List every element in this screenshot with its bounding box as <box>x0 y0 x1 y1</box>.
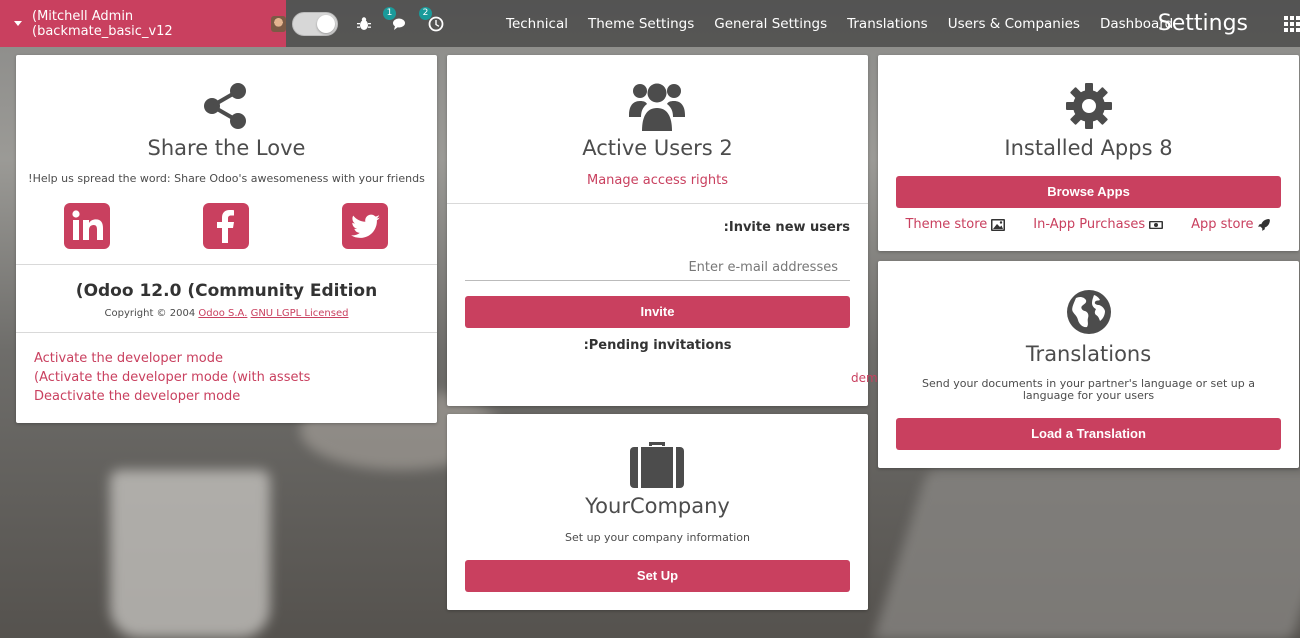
menu-translations[interactable]: Translations <box>847 16 928 32</box>
app-store-link[interactable]: App store <box>1191 217 1271 232</box>
facebook-icon[interactable] <box>203 203 249 249</box>
top-navbar: (Mitchell Admin (backmate_basic_v12 1 2 … <box>0 0 1300 47</box>
user-menu-label: (Mitchell Admin (backmate_basic_v12 <box>32 8 173 39</box>
main-menu: Technical Theme Settings General Setting… <box>506 16 1173 32</box>
invite-button[interactable]: Invite <box>465 296 850 328</box>
share-card: Share the Love !Help us spread the word:… <box>16 55 437 423</box>
theme-toggle-switch[interactable] <box>292 11 338 36</box>
menu-theme-settings[interactable]: Theme Settings <box>588 16 694 32</box>
invite-new-users-label: :Invite new users <box>723 220 850 235</box>
in-app-purchases-link[interactable]: In-App Purchases <box>1033 217 1164 232</box>
divider <box>447 203 868 204</box>
installed-apps-title: Installed Apps 8 <box>1004 136 1173 160</box>
translations-title: Translations <box>1025 342 1152 366</box>
picture-icon <box>991 218 1006 231</box>
linkedin-icon[interactable] <box>64 203 110 249</box>
company-card: YourCompany Set up your company informat… <box>447 414 868 610</box>
briefcase-icon <box>630 442 684 488</box>
activate-dev-mode-link[interactable]: Activate the developer mode <box>34 349 310 368</box>
app-store-label: App store <box>1191 217 1254 232</box>
money-icon <box>1149 220 1164 229</box>
active-users-title: Active Users 2 <box>582 136 733 160</box>
pending-invitations-label: :Pending invitations <box>583 338 732 353</box>
store-links: Theme store In-App Purchases App store <box>878 217 1299 232</box>
setup-company-button[interactable]: Set Up <box>465 560 850 592</box>
menu-general-settings[interactable]: General Settings <box>714 16 827 32</box>
copyright-text: Copyright © 2004 Odoo S.A. GNU LGPL Lice… <box>16 308 437 319</box>
active-users-card: Active Users 2 Manage access rights :Inv… <box>447 55 885 406</box>
theme-store-link[interactable]: Theme store <box>905 217 1006 232</box>
company-title: YourCompany <box>585 494 730 518</box>
deactivate-dev-mode-link[interactable]: Deactivate the developer mode <box>34 387 310 406</box>
twitter-icon[interactable] <box>342 203 388 249</box>
avatar <box>271 15 286 32</box>
license-link[interactable]: GNU LGPL Licensed <box>251 308 349 319</box>
messages-chat-icon[interactable]: 1 <box>383 6 410 34</box>
globe-icon <box>1067 290 1111 334</box>
odoo-version: (Odoo 12.0 (Community Edition <box>75 281 378 301</box>
share-title: Share the Love <box>147 136 306 160</box>
background-laptop <box>872 470 1300 638</box>
users-group-icon <box>629 83 685 131</box>
share-icon <box>204 83 246 129</box>
developer-mode-links: Activate the developer mode (Activate th… <box>34 349 310 406</box>
caret-down-icon <box>14 21 22 26</box>
activity-clock-icon[interactable]: 2 <box>419 6 446 34</box>
invite-email-input[interactable] <box>465 255 850 281</box>
in-app-purchases-label: In-App Purchases <box>1033 217 1146 232</box>
activate-dev-mode-assets-link[interactable]: (Activate the developer mode (with asset… <box>34 368 310 387</box>
activities-count-badge: 2 <box>419 6 432 20</box>
gear-icon <box>1066 83 1112 129</box>
rocket-icon <box>1257 218 1270 231</box>
translations-card: Translations Send your documents in your… <box>878 261 1299 468</box>
company-subtitle: Set up your company information <box>565 531 750 544</box>
browse-apps-button[interactable]: Browse Apps <box>896 176 1281 208</box>
copyright-prefix: Copyright © 2004 <box>104 308 196 319</box>
load-translation-button[interactable]: Load a Translation <box>896 418 1281 450</box>
divider <box>16 264 437 265</box>
divider <box>16 332 437 333</box>
manage-access-rights-link[interactable]: Manage access rights <box>447 173 868 188</box>
theme-store-label: Theme store <box>905 217 988 232</box>
user-menu[interactable]: (Mitchell Admin (backmate_basic_v12 <box>0 0 286 47</box>
background-cup <box>110 470 270 638</box>
share-tagline: !Help us spread the word: Share Odoo's a… <box>28 172 425 185</box>
debug-bug-icon[interactable] <box>354 14 374 34</box>
app-title: Settings <box>1157 11 1248 36</box>
installed-apps-card: Installed Apps 8 Browse Apps Theme store… <box>878 55 1299 251</box>
odoo-sa-link[interactable]: Odoo S.A. <box>198 308 247 319</box>
menu-technical[interactable]: Technical <box>506 16 568 32</box>
messages-count-badge: 1 <box>383 6 396 20</box>
apps-grid-icon[interactable] <box>1284 16 1300 32</box>
translations-subtitle: Send your documents in your partner's la… <box>922 377 1255 402</box>
menu-users-companies[interactable]: Users & Companies <box>948 16 1080 32</box>
